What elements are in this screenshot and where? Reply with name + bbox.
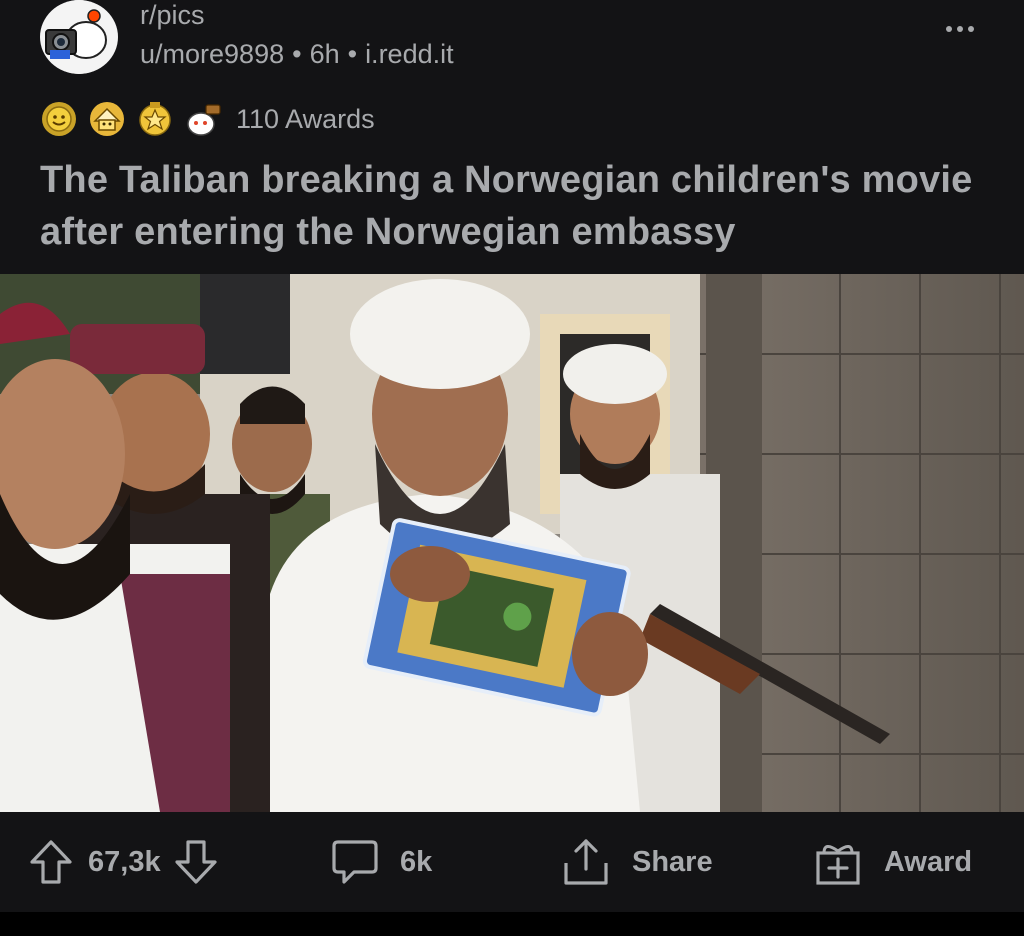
separator-dot: •	[347, 39, 358, 69]
post-age: 6h	[309, 39, 340, 69]
gold-sun-award-icon	[42, 102, 76, 136]
more-horizontal-icon[interactable]	[944, 24, 976, 44]
awards-row[interactable]: 110 Awards	[40, 98, 375, 140]
silver-star-award-icon	[139, 102, 171, 136]
subreddit-name[interactable]: r/pics	[140, 0, 205, 30]
comment-bubble-icon	[332, 840, 378, 884]
award-label: Award	[884, 845, 973, 878]
comments-count: 6k	[400, 845, 433, 878]
wholesome-award-icon	[90, 102, 124, 136]
author-link[interactable]: u/more9898	[140, 39, 284, 69]
post-title[interactable]: The Taliban breaking a Norwegian childre…	[40, 154, 990, 258]
arrow-up-icon[interactable]	[28, 838, 74, 886]
subreddit-avatar[interactable]	[40, 0, 118, 74]
award-button[interactable]: Award	[814, 832, 972, 892]
arrow-down-icon[interactable]	[173, 838, 219, 886]
vote-score: 67,3k	[88, 845, 161, 878]
snoo-award-icon	[187, 104, 221, 136]
separator-dot: •	[292, 39, 302, 69]
gift-icon	[816, 845, 860, 885]
share-button[interactable]: Share	[562, 832, 713, 892]
post-image[interactable]	[0, 274, 1024, 812]
share-icon	[564, 839, 608, 885]
post-card: r/pics u/more9898 • 6h • i.redd.it 110 A…	[0, 0, 1024, 912]
post-meta: u/more9898 • 6h • i.redd.it	[140, 38, 454, 70]
post-photo	[0, 274, 1024, 812]
awards-count: 110 Awards	[236, 103, 375, 134]
subreddit-avatar-icon	[42, 0, 116, 74]
comments-button[interactable]: 6k	[330, 832, 432, 892]
share-label: Share	[632, 845, 713, 878]
domain-link[interactable]: i.redd.it	[365, 39, 454, 69]
vote-controls: 67,3k	[28, 832, 219, 892]
